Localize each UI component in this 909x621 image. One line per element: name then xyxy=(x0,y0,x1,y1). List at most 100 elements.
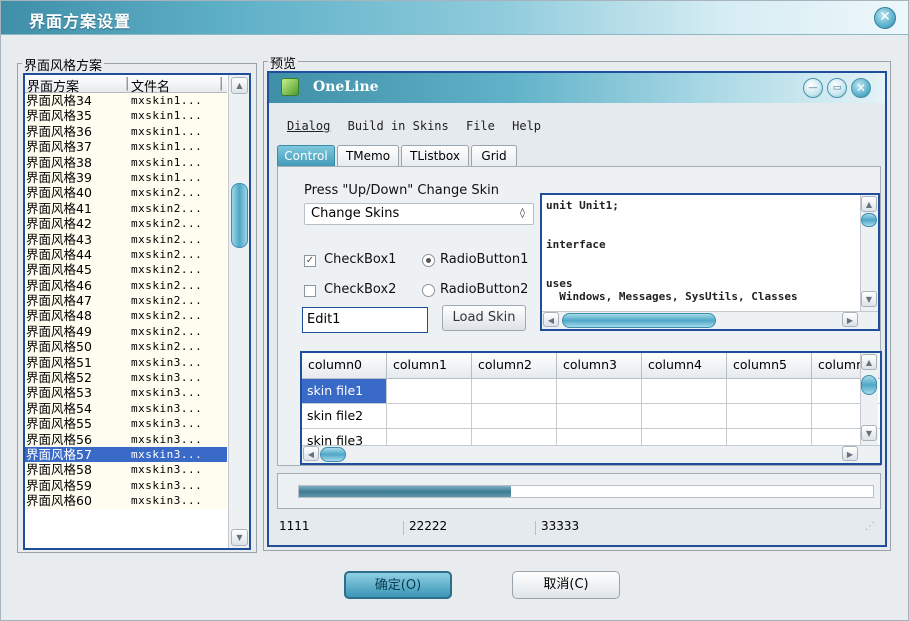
maximize-icon[interactable]: ▭ xyxy=(827,78,847,98)
memo-scroll-right-icon[interactable]: ▶ xyxy=(842,312,858,327)
skin-combobox-value: Change Skins xyxy=(311,206,400,221)
memo-scroll-left-icon[interactable]: ◀ xyxy=(543,312,559,327)
grid-scroll-right-icon[interactable]: ▶ xyxy=(842,446,858,461)
menu-dialog[interactable]: Dialog xyxy=(287,119,330,133)
grid-cell[interactable] xyxy=(472,404,557,429)
scroll-up-icon[interactable]: ▲ xyxy=(231,77,248,94)
menu-file[interactable]: File xyxy=(466,119,495,133)
list-item[interactable]: 界面风格45 mxskin2... xyxy=(25,262,227,278)
grid-cell[interactable] xyxy=(642,404,727,429)
list-item[interactable]: 界面风格42 mxskin2... xyxy=(25,216,227,232)
list-item[interactable]: 界面风格39 mxskin1... xyxy=(25,169,227,186)
grid-cell[interactable] xyxy=(557,379,642,404)
tab-grid[interactable]: Grid xyxy=(471,145,517,167)
list-item[interactable]: 界面风格59 mxskin3... xyxy=(25,477,227,494)
list-item[interactable]: 界面风格43 mxskin2... xyxy=(25,231,227,247)
grid-cell[interactable] xyxy=(727,379,812,404)
list-item[interactable]: 界面风格51 mxskin3... xyxy=(25,354,227,371)
minimize-icon[interactable]: — xyxy=(803,78,823,98)
list-item[interactable]: 界面风格60 mxskin3... xyxy=(25,493,227,509)
checkbox2[interactable] xyxy=(304,285,316,297)
memo-editor[interactable]: unit Unit1; interface uses Windows, Mess… xyxy=(540,193,880,331)
grid-vscrollbar[interactable]: ▲ ▼ xyxy=(860,353,878,445)
grid-vscroll-thumb[interactable] xyxy=(861,375,877,395)
skin-list-scrollbar[interactable]: ▲ ▼ xyxy=(228,75,249,548)
list-item[interactable]: 界面风格44 mxskin2... xyxy=(25,246,227,263)
list-item[interactable]: 界面风格35 mxskin1... xyxy=(25,108,227,124)
grid-column-header[interactable]: column4 xyxy=(642,353,727,379)
resize-grip-icon[interactable]: ⋰ xyxy=(865,521,875,532)
list-item[interactable]: 界面风格48 mxskin2... xyxy=(25,308,227,324)
list-item[interactable]: 界面风格54 mxskin3... xyxy=(25,400,227,417)
list-item[interactable]: 界面风格47 mxskin2... xyxy=(25,293,227,309)
list-item[interactable]: 界面风格37 mxskin1... xyxy=(25,139,227,155)
grid-cell[interactable] xyxy=(472,379,557,404)
radiobutton1[interactable] xyxy=(422,254,435,267)
grid-cell[interactable] xyxy=(387,404,472,429)
menu-help[interactable]: Help xyxy=(512,119,541,133)
skin-combobox[interactable]: Change Skins ◊ xyxy=(304,203,534,225)
tab-control[interactable]: Control xyxy=(277,145,335,167)
list-item-filename: mxskin3... xyxy=(131,371,203,385)
app-logo-icon xyxy=(281,78,299,96)
list-item-scheme: 界面风格38 xyxy=(26,154,92,170)
menu-build-in-skins[interactable]: Build in Skins xyxy=(348,119,449,133)
list-item[interactable]: 界面风格57 mxskin3... xyxy=(25,446,227,463)
grid-scroll-left-icon[interactable]: ◀ xyxy=(303,446,319,461)
list-item[interactable]: 界面风格49 mxskin2... xyxy=(25,323,227,340)
checkbox1[interactable]: ✓ xyxy=(304,255,316,267)
list-item[interactable]: 界面风格50 mxskin2... xyxy=(25,339,227,355)
grid-column-header[interactable]: column2 xyxy=(472,353,557,379)
grid-hscrollbar[interactable]: ◀ ▶ xyxy=(302,445,880,463)
grid-scroll-up-icon[interactable]: ▲ xyxy=(861,354,877,370)
close-icon[interactable]: ✕ xyxy=(874,7,896,29)
grid-column-header[interactable]: column0 xyxy=(302,353,387,379)
grid-column-header[interactable]: column1 xyxy=(387,353,472,379)
list-item[interactable]: 界面风格34 mxskin1... xyxy=(25,93,227,109)
tab-tmemo[interactable]: TMemo xyxy=(337,145,399,167)
memo-vscroll-thumb[interactable] xyxy=(861,213,877,227)
list-item-scheme: 界面风格48 xyxy=(26,308,92,324)
grid-cell[interactable] xyxy=(727,404,812,429)
grid-hscroll-thumb[interactable] xyxy=(320,447,346,462)
list-item-filename: mxskin1... xyxy=(131,94,203,107)
list-item[interactable]: 界面风格36 mxskin1... xyxy=(25,123,227,140)
list-item[interactable]: 界面风格52 mxskin3... xyxy=(25,370,227,386)
memo-scroll-up-icon[interactable]: ▲ xyxy=(861,196,877,212)
grid-scroll-down-icon[interactable]: ▼ xyxy=(861,425,877,441)
list-item[interactable]: 界面风格41 mxskin2... xyxy=(25,200,227,217)
edit1-field[interactable]: Edit1 xyxy=(302,307,428,333)
scroll-thumb[interactable] xyxy=(231,183,248,248)
skin-grid[interactable]: column0 column1 column2 column3 column4 colum… xyxy=(300,351,882,465)
grid-row-label[interactable]: skin file2 xyxy=(302,404,387,429)
list-item[interactable]: 界面风格55 mxskin3... xyxy=(25,416,227,432)
grid-cell[interactable] xyxy=(557,404,642,429)
list-item[interactable]: 界面风格40 mxskin2... xyxy=(25,185,227,201)
memo-hscroll-thumb[interactable] xyxy=(562,313,716,328)
grid-column-header[interactable]: column3 xyxy=(557,353,642,379)
list-item[interactable]: 界面风格58 mxskin3... xyxy=(25,462,227,478)
list-item-filename: mxskin3... xyxy=(131,463,203,477)
load-skin-button[interactable]: Load Skin xyxy=(442,305,526,331)
preview-close-icon[interactable]: ✕ xyxy=(851,78,871,98)
preview-title-bar[interactable]: OneLine — ▭ ✕ xyxy=(269,73,885,103)
skin-list[interactable]: 界面方案 | 文件名 | 界面风格34 mxskin1... 界面风格35 mxski… xyxy=(23,73,251,550)
skin-list-header: 界面方案 | 文件名 | xyxy=(25,75,227,95)
list-item[interactable]: 界面风格46 mxskin2... xyxy=(25,277,227,294)
memo-vscrollbar[interactable]: ▲ ▼ xyxy=(860,195,878,311)
list-item[interactable]: 界面风格56 mxskin3... xyxy=(25,431,227,447)
scroll-down-icon[interactable]: ▼ xyxy=(231,529,248,546)
grid-column-header[interactable]: column5 xyxy=(727,353,812,379)
grid-cell[interactable] xyxy=(642,379,727,404)
tab-tlistbox[interactable]: TListbox xyxy=(401,145,469,167)
title-bar[interactable]: 界面方案设置 ✕ xyxy=(1,1,908,35)
radiobutton2[interactable] xyxy=(422,284,435,297)
memo-hscrollbar[interactable]: ◀ ▶ xyxy=(542,311,878,329)
grid-cell[interactable] xyxy=(387,379,472,404)
ok-button[interactable]: 确定(O) xyxy=(344,571,452,599)
grid-row-label[interactable]: skin file1 xyxy=(302,379,387,404)
memo-scroll-down-icon[interactable]: ▼ xyxy=(861,291,877,307)
list-item[interactable]: 界面风格53 mxskin3... xyxy=(25,385,227,401)
cancel-button[interactable]: 取消(C) xyxy=(512,571,620,599)
list-item[interactable]: 界面风格38 mxskin1... xyxy=(25,154,227,170)
